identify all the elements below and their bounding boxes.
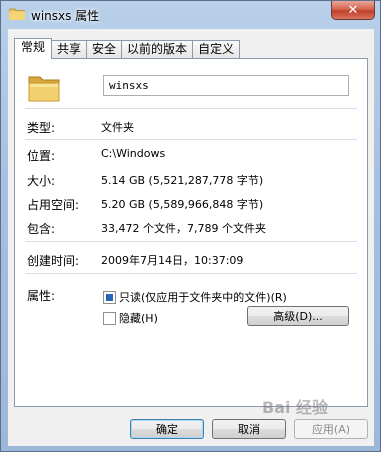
tab-security[interactable]: 安全: [86, 40, 123, 58]
location-value: C:\Windows: [101, 147, 166, 160]
size-label: 大小:: [27, 174, 56, 188]
contains-value: 33,472 个文件，7,789 个文件夹: [101, 222, 266, 235]
apply-button[interactable]: 应用(A): [294, 419, 368, 439]
created-value: 2009年7月14日，10:37:09: [101, 254, 244, 267]
readonly-checkbox[interactable]: [103, 290, 116, 304]
tab-customize[interactable]: 自定义: [192, 40, 241, 58]
readonly-label: 只读(仅应用于文件夹中的文件)(R): [119, 291, 287, 304]
hidden-label: 隐藏(H): [119, 312, 158, 325]
divider: [25, 108, 357, 109]
window-title: winsxs 属性: [31, 9, 100, 23]
folder-icon: [9, 8, 25, 20]
folder-name-input[interactable]: [103, 75, 349, 96]
created-label: 创建时间:: [27, 254, 80, 268]
tab-bar: 常规 共享 安全 以前的版本 自定义: [14, 38, 241, 59]
tab-previous-versions[interactable]: 以前的版本: [121, 40, 194, 58]
folder-icon: [28, 76, 60, 102]
title-bar[interactable]: winsxs 属性 ✕: [1, 1, 380, 29]
divider: [25, 139, 357, 140]
close-button[interactable]: ✕: [331, 1, 375, 20]
divider: [25, 241, 357, 242]
readonly-checkbox-row[interactable]: 只读(仅应用于文件夹中的文件)(R): [103, 289, 287, 305]
disk-size-label: 占用空间:: [27, 198, 80, 212]
ok-button[interactable]: 确定: [130, 419, 204, 439]
disk-size-value: 5.20 GB (5,589,966,848 字节): [101, 198, 264, 211]
type-value: 文件夹: [101, 121, 134, 134]
advanced-button[interactable]: 高级(D)...: [247, 306, 349, 326]
location-label: 位置:: [27, 149, 56, 163]
close-icon: ✕: [347, 2, 359, 18]
hidden-checkbox[interactable]: [103, 311, 116, 325]
general-panel: 类型: 文件夹 位置: C:\Windows 大小: 5.14 GB (5,52…: [14, 58, 368, 407]
hidden-checkbox-row[interactable]: 隐藏(H): [103, 310, 158, 326]
divider: [25, 273, 357, 274]
size-value: 5.14 GB (5,521,287,778 字节): [101, 174, 264, 187]
tab-general[interactable]: 常规: [14, 38, 53, 59]
attributes-label: 属性:: [27, 289, 56, 303]
cancel-button[interactable]: 取消: [212, 419, 286, 439]
type-label: 类型:: [27, 121, 56, 135]
tab-sharing[interactable]: 共享: [51, 40, 88, 58]
contains-label: 包含:: [27, 222, 56, 236]
properties-window: winsxs 属性 ✕ 常规 共享 安全 以前的版本 自定义 类型: 文件夹 位…: [0, 0, 381, 452]
dialog-client: 常规 共享 安全 以前的版本 自定义 类型: 文件夹 位置: C:\Window…: [8, 29, 374, 446]
